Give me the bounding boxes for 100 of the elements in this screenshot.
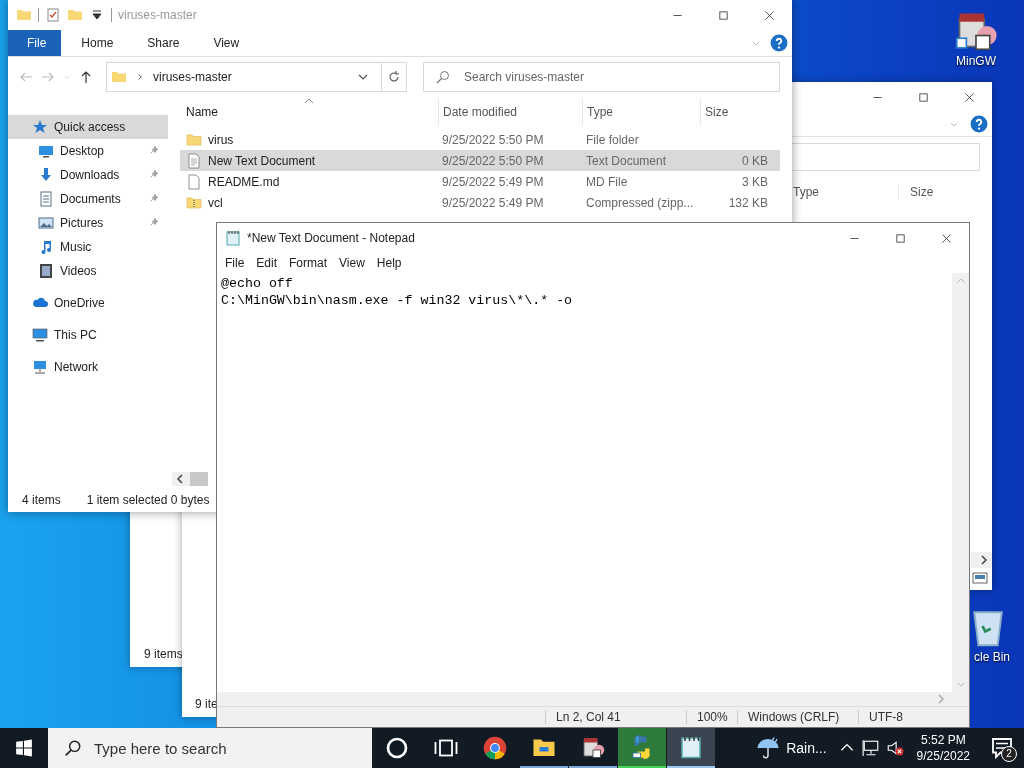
weather-button[interactable]: Rain... <box>748 728 835 768</box>
computer-icon <box>32 327 48 343</box>
column-header[interactable]: Date modified <box>438 99 582 125</box>
scrollbar[interactable] <box>217 692 969 706</box>
search-field[interactable]: Search viruses-master <box>423 62 780 92</box>
file-row[interactable]: New Text Document 9/25/2022 5:50 PM Text Document 0 KB <box>180 150 780 171</box>
film-icon <box>38 263 54 279</box>
file-menu-button[interactable]: File <box>8 30 62 56</box>
status-text: 4 items <box>22 493 61 507</box>
date-text: 9/25/2022 5:49 PM <box>442 195 544 210</box>
nav-item[interactable]: Desktop <box>8 139 168 163</box>
type-text: MD File <box>586 174 628 189</box>
close-icon[interactable] <box>939 231 953 245</box>
ribbon-tab[interactable]: Share <box>133 30 194 56</box>
status-text: 9 items <box>143 647 184 663</box>
file-name: virus <box>208 132 234 147</box>
icon-label: cle Bin <box>973 650 1010 664</box>
nav-item[interactable]: Documents <box>8 187 168 211</box>
file-row[interactable]: vcl 9/25/2022 5:49 PM Compressed (zipp... 132 KB <box>180 192 780 213</box>
chrome-icon <box>483 736 507 760</box>
notepad-icon <box>679 735 703 759</box>
taskbar-button[interactable] <box>667 728 715 768</box>
window-title: *New Text Document - Notepad <box>247 231 415 245</box>
notification-count: 2 <box>1001 746 1017 762</box>
nav-item[interactable]: Videos <box>8 259 168 283</box>
umbrella-icon <box>756 736 781 760</box>
status-text: Windows (CRLF) <box>737 710 858 724</box>
size-text: 132 KB <box>728 195 768 210</box>
search-field[interactable]: Type here to search <box>48 728 372 768</box>
refresh-button[interactable] <box>382 62 407 92</box>
search-icon <box>64 739 82 757</box>
column-header[interactable]: Size <box>910 185 934 199</box>
search-field[interactable] <box>790 143 980 171</box>
notification-button[interactable]: 2 <box>980 728 1024 768</box>
ribbon-tab[interactable]: Home <box>67 30 128 56</box>
nav-item[interactable]: Network <box>8 355 168 379</box>
down-arrow-icon <box>38 167 54 183</box>
file-name: New Text Document <box>208 153 316 168</box>
nav-item[interactable]: Music <box>8 235 168 259</box>
nav-item[interactable]: Downloads <box>8 163 168 187</box>
status-text: UTF-8 <box>858 710 969 724</box>
refresh-icon <box>386 69 402 85</box>
file-row[interactable]: virus 9/25/2022 5:50 PM File folder <box>180 129 780 150</box>
maximize-icon[interactable] <box>716 8 730 22</box>
speaker-muted-icon[interactable] <box>885 739 904 757</box>
zipped-folder-icon <box>186 194 202 211</box>
installer-icon <box>581 735 605 759</box>
scrollbar-thumb[interactable] <box>190 472 208 486</box>
status-text: 1 item selected 0 bytes <box>86 493 210 507</box>
star-icon <box>32 119 48 135</box>
type-text: Text Document <box>586 153 667 168</box>
close-icon[interactable] <box>762 8 776 22</box>
document-icon <box>38 191 54 207</box>
menu-item[interactable]: Help <box>370 256 408 270</box>
ribbon-tab[interactable]: View <box>199 30 254 56</box>
date-text: 9/25/2022 5:49 PM <box>442 174 544 189</box>
notepad-icon <box>225 230 241 246</box>
menu-item[interactable]: File <box>219 256 251 270</box>
picture-icon <box>38 215 54 231</box>
type-text: File folder <box>586 132 639 147</box>
checklist-icon[interactable] <box>45 7 61 23</box>
scrollbar[interactable] <box>172 472 208 486</box>
file-name: vcl <box>208 195 223 210</box>
nav-item[interactable]: This PC <box>8 323 168 347</box>
help-icon[interactable] <box>970 115 988 133</box>
text-file-icon <box>186 152 202 169</box>
nav-item[interactable]: OneDrive <box>8 291 168 315</box>
menu-item[interactable]: Edit <box>250 256 284 270</box>
nav-item[interactable]: Quick access <box>8 115 168 139</box>
address-path: viruses-master <box>153 70 232 84</box>
search-icon <box>435 69 451 85</box>
menu-item[interactable]: View <box>333 256 371 270</box>
column-header[interactable]: Name <box>180 99 438 125</box>
menu-item[interactable]: Format <box>283 256 334 270</box>
text-editor[interactable]: @echo off C:\MinGW\bin\nasm.exe -f win32 virus\*\.* -o <box>217 273 952 692</box>
column-header[interactable]: Size <box>700 99 772 125</box>
folder-icon <box>186 131 202 148</box>
type-text: Compressed (zipp... <box>586 195 694 210</box>
windows-logo-icon <box>15 739 33 757</box>
file-row[interactable]: README.md 9/25/2022 5:49 PM MD File 3 KB <box>180 171 780 192</box>
status-text: Ln 2, Col 41 <box>545 710 686 724</box>
picture-icon[interactable] <box>972 570 988 586</box>
file-icon <box>186 173 202 190</box>
folder-icon <box>111 69 127 85</box>
maximize-icon[interactable] <box>893 231 907 245</box>
clock[interactable]: 5:52 PM 9/25/2022 <box>906 732 980 764</box>
window-title: viruses-master <box>118 8 197 22</box>
network-icon[interactable] <box>861 739 880 757</box>
file-name: README.md <box>208 174 280 189</box>
network-icon <box>32 359 48 375</box>
maximize-icon[interactable] <box>916 90 930 104</box>
column-header[interactable]: Type <box>793 185 899 199</box>
column-header[interactable]: Type <box>582 99 700 125</box>
nav-item[interactable]: Pictures <box>8 211 168 235</box>
close-icon[interactable] <box>962 90 976 104</box>
monitor-icon <box>38 143 54 159</box>
scrollbar[interactable] <box>971 552 992 568</box>
date-text: 9/25/2022 5:50 PM <box>442 132 544 147</box>
help-icon[interactable] <box>770 34 788 52</box>
address-bar[interactable]: viruses-master <box>106 62 382 92</box>
